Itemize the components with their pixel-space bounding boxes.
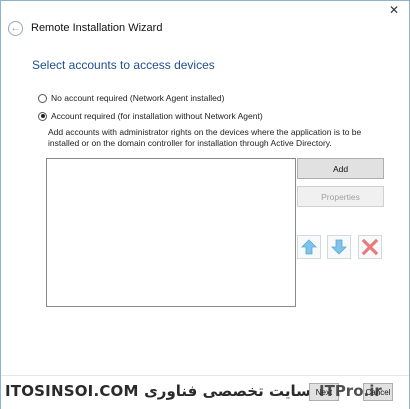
arrow-up-icon [301,239,317,255]
delete-x-icon [361,238,379,256]
wizard-content: Select accounts to access devices No acc… [10,45,400,375]
radio-no-account[interactable]: No account required (Network Agent insta… [38,93,224,103]
close-button[interactable]: ✕ [379,1,409,19]
radio-button-no-account[interactable] [38,93,47,103]
radio-label-account-required: Account required (for installation witho… [51,111,263,121]
radio-button-account-required[interactable] [38,111,47,121]
watermark-left: ITOSINSOI.COM [5,382,139,400]
remove-button[interactable] [358,235,382,259]
wizard-footer: ITOSINSOI.COM وب سایت تخصصی فناوری Next … [1,375,409,409]
title-bar: ← Remote Installation Wizard ✕ [1,1,409,45]
arrow-down-icon [331,239,347,255]
accounts-list[interactable] [46,158,296,307]
watermark-right: ITPro.ir [319,382,382,400]
watermark-text: ITOSINSOI.COM وب سایت تخصصی فناوری [5,382,340,400]
move-down-button[interactable] [327,235,351,259]
radio-account-required[interactable]: Account required (for installation witho… [38,111,263,121]
back-arrow-icon: ← [10,22,21,34]
accounts-description: Add accounts with administrator rights o… [48,127,362,148]
back-button[interactable]: ← [8,21,23,36]
add-button[interactable]: Add [297,158,384,179]
wizard-window: ← Remote Installation Wizard ✕ Select ac… [0,0,410,409]
page-title: Select accounts to access devices [32,58,215,72]
close-icon: ✕ [388,3,400,17]
properties-button[interactable]: Properties [297,186,384,207]
window-title: Remote Installation Wizard [31,22,163,34]
radio-label-no-account: No account required (Network Agent insta… [51,93,225,103]
move-up-button[interactable] [297,235,321,259]
